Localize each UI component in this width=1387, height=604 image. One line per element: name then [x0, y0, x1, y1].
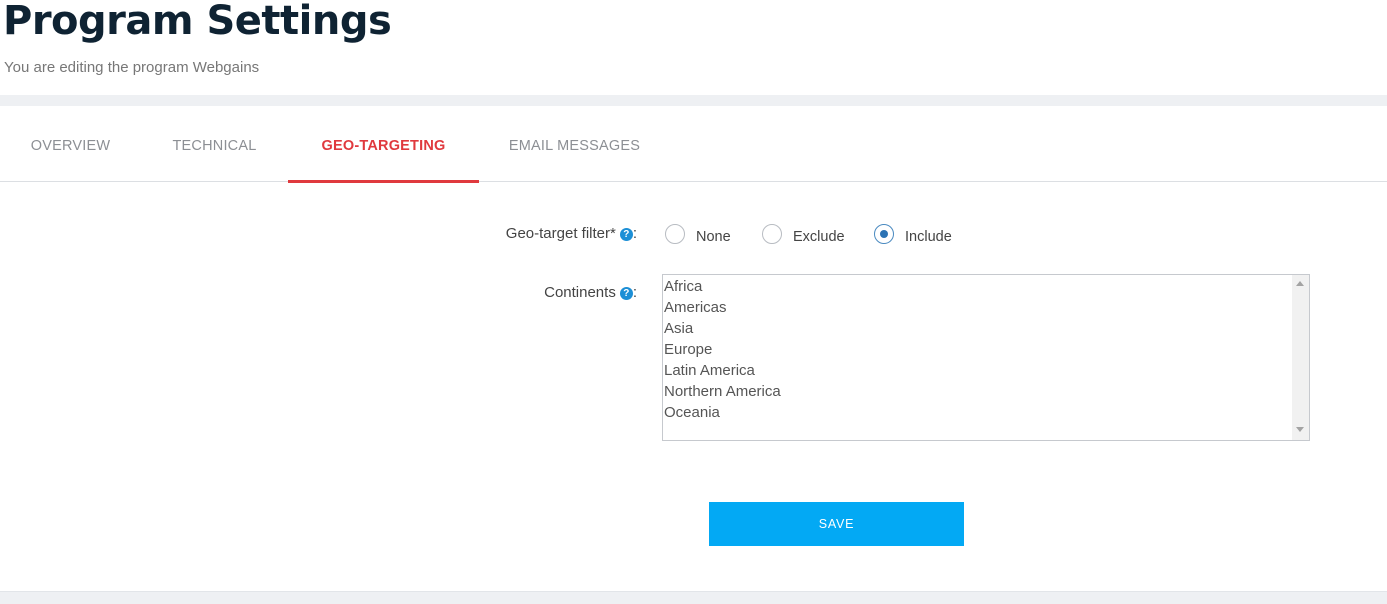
radio-include-circle[interactable] — [874, 224, 894, 244]
tab-overview[interactable]: OVERVIEW — [0, 106, 141, 182]
list-item[interactable]: Latin America — [663, 361, 781, 382]
save-button[interactable]: SAVE — [709, 502, 964, 546]
list-item[interactable]: Asia — [663, 319, 781, 340]
page-subtitle: You are editing the program Webgains — [4, 59, 260, 76]
geo-filter-label: Geo-target filter*?: — [506, 225, 637, 242]
tab-technical[interactable]: TECHNICAL — [141, 106, 288, 182]
geo-filter-label-text: Geo-target filter* — [505, 225, 616, 242]
tab-geo-targeting[interactable]: GEO-TARGETING — [288, 106, 479, 183]
scroll-up-arrow-icon[interactable] — [1296, 281, 1304, 286]
continents-listbox[interactable]: Africa Americas Asia Europe Latin Americ… — [662, 274, 1310, 441]
header-divider — [0, 95, 1387, 106]
question-circle-icon[interactable]: ? — [619, 287, 633, 300]
continents-list: Africa Americas Asia Europe Latin Americ… — [663, 277, 781, 424]
continents-label-text: Continents — [544, 284, 616, 301]
list-item[interactable]: Oceania — [663, 403, 781, 424]
scroll-down-arrow-icon[interactable] — [1296, 427, 1304, 432]
question-circle-icon[interactable]: ? — [619, 228, 633, 241]
page-header: Program Settings You are editing the pro… — [0, 0, 1387, 95]
footer-divider — [0, 591, 1387, 604]
list-item[interactable]: Northern America — [663, 382, 781, 403]
radio-none[interactable]: None — [665, 224, 731, 245]
list-item[interactable]: Americas — [663, 298, 781, 319]
listbox-scrollbar[interactable] — [1292, 275, 1309, 440]
radio-include[interactable]: Include — [874, 224, 952, 245]
list-item[interactable]: Africa — [663, 277, 781, 298]
list-item[interactable]: Europe — [663, 340, 781, 361]
radio-exclude-circle[interactable] — [762, 224, 782, 244]
continents-label-suffix: : — [632, 284, 637, 301]
geo-filter-label-suffix: : — [632, 225, 637, 242]
radio-exclude[interactable]: Exclude — [762, 224, 845, 245]
tab-email-messages[interactable]: EMAIL MESSAGES — [479, 106, 670, 182]
radio-exclude-label: Exclude — [793, 229, 845, 245]
continents-label: Continents?: — [544, 284, 637, 301]
radio-include-label: Include — [905, 229, 952, 245]
radio-none-label: None — [696, 229, 731, 245]
radio-none-circle[interactable] — [665, 224, 685, 244]
page-title: Program Settings — [3, 0, 392, 44]
tab-bar: OVERVIEW TECHNICAL GEO-TARGETING EMAIL M… — [0, 106, 1387, 183]
